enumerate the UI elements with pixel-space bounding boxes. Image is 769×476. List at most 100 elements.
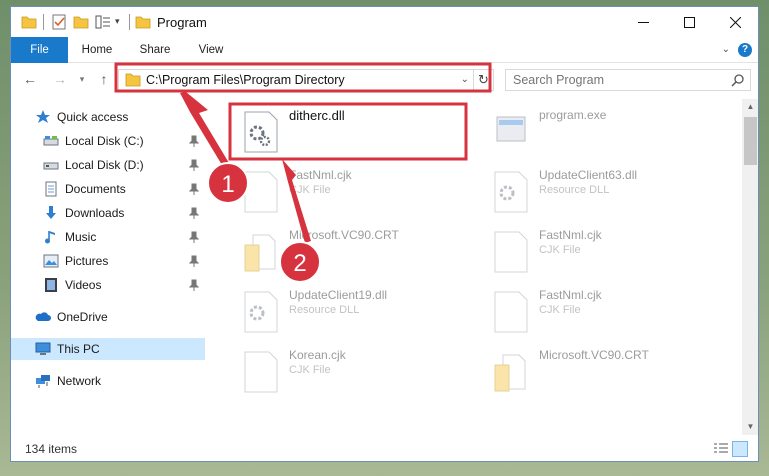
pin-icon[interactable] xyxy=(189,159,199,171)
scroll-up-arrow-icon[interactable]: ▲ xyxy=(742,99,758,115)
help-icon[interactable]: ? xyxy=(738,43,752,57)
sidebar-item-onedrive[interactable]: OneDrive xyxy=(11,306,205,328)
recent-locations-icon[interactable]: ▾ xyxy=(73,70,91,88)
address-path[interactable]: C:\Program Files\Program Directory xyxy=(146,73,345,87)
file-name: UpdateClient19.dll xyxy=(289,288,388,302)
sidebar-item-quick-access[interactable]: Quick access xyxy=(11,106,205,128)
sidebar-item-label: Music xyxy=(65,230,97,244)
pin-icon[interactable] xyxy=(189,183,199,195)
pictures-icon xyxy=(43,254,59,268)
minimize-button[interactable] xyxy=(620,7,666,37)
sidebar-item-label: Quick access xyxy=(57,110,129,124)
file-icon xyxy=(494,291,528,333)
file-type: CJK File xyxy=(289,364,331,376)
chevron-down-icon[interactable]: ⌄ xyxy=(461,74,469,85)
chevron-down-icon[interactable]: ⌄ xyxy=(722,44,730,55)
file-item-fastnml-cjk[interactable]: FastNml.cjk CJK File xyxy=(231,163,471,215)
folder-icon xyxy=(244,234,276,272)
dll-gear-icon xyxy=(244,291,278,333)
pin-icon[interactable] xyxy=(189,207,199,219)
search-input[interactable] xyxy=(506,70,726,90)
sidebar-item-label: Local Disk (C:) xyxy=(65,134,144,148)
scroll-down-arrow-icon[interactable]: ▼ xyxy=(742,419,758,435)
new-folder-icon[interactable] xyxy=(73,14,89,30)
sidebar-item-label: Local Disk (D:) xyxy=(65,158,144,172)
file-name: FastNml.cjk xyxy=(539,228,602,242)
sidebar-item-network[interactable]: Network xyxy=(11,370,205,392)
file-item-ditherc-dll[interactable]: ditherc.dll xyxy=(231,103,471,155)
file-item-korean-cjk[interactable]: Korean.cjk CJK File xyxy=(231,343,471,395)
file-list: ditherc.dll program.exe FastNml.cjk CJK … xyxy=(219,99,741,435)
explorer-window: ▾ Program File Home Share View ⌄ ? ← → ▾… xyxy=(10,6,759,462)
tab-share[interactable]: Share xyxy=(133,37,177,63)
window-title: Program xyxy=(157,15,207,30)
ribbon-tabs: File Home Share View ⌄ ? xyxy=(11,37,758,63)
folder-icon xyxy=(125,73,141,87)
sidebar-item-music[interactable]: Music xyxy=(11,226,205,248)
sidebar-item-this-pc[interactable]: This PC xyxy=(11,338,205,360)
sidebar-item-videos[interactable]: Videos xyxy=(11,274,205,296)
tab-home[interactable]: Home xyxy=(75,37,119,63)
refresh-icon[interactable]: ↻ xyxy=(473,70,493,90)
sidebar-item-pictures[interactable]: Pictures xyxy=(11,250,205,272)
file-name: Microsoft.VC90.CRT xyxy=(539,348,649,362)
sidebar-item-local-disk-d[interactable]: Local Disk (D:) xyxy=(11,154,205,176)
up-arrow-icon[interactable]: ↑ xyxy=(95,70,113,88)
pin-icon[interactable] xyxy=(189,231,199,243)
maximize-button[interactable] xyxy=(666,7,712,37)
videos-icon xyxy=(45,278,57,292)
navigation-bar: ← → ▾ ↑ C:\Program Files\Program Directo… xyxy=(11,63,758,95)
pin-icon[interactable] xyxy=(189,279,199,291)
back-arrow-icon[interactable]: ← xyxy=(21,70,39,88)
file-type: CJK File xyxy=(289,184,331,196)
file-name: FastNml.cjk xyxy=(539,288,602,302)
pin-icon[interactable] xyxy=(189,255,199,267)
network-icon xyxy=(36,375,50,388)
properties-icon[interactable] xyxy=(51,14,67,30)
file-name: FastNml.cjk xyxy=(289,168,352,182)
sidebar-item-local-disk-c[interactable]: Local Disk (C:) xyxy=(11,130,205,152)
file-type: Resource DLL xyxy=(289,304,360,316)
dll-gear-icon xyxy=(244,111,278,153)
file-item-updateclient63-dll[interactable]: UpdateClient63.dll Resource DLL xyxy=(481,163,721,215)
pin-icon[interactable] xyxy=(189,135,199,147)
file-item-fastnml-cjk[interactable]: FastNml.cjk CJK File xyxy=(481,283,721,335)
folder-icon xyxy=(494,354,526,392)
tab-file[interactable]: File xyxy=(11,37,68,63)
tab-view[interactable]: View xyxy=(189,37,233,63)
dll-gear-icon xyxy=(494,171,528,213)
divider xyxy=(129,14,130,30)
close-button[interactable] xyxy=(712,7,758,37)
file-item-microsoft-vc90-crt[interactable]: Microsoft.VC90.CRT xyxy=(481,343,721,395)
details-view-icon[interactable] xyxy=(714,443,728,455)
folder-icon[interactable] xyxy=(21,14,37,30)
drive-icon xyxy=(43,136,59,146)
address-bar[interactable]: C:\Program Files\Program Directory ⌄ ↻ xyxy=(118,69,494,91)
minimize-icon xyxy=(637,21,649,23)
file-icon xyxy=(244,171,278,213)
file-item-microsoft-vc90-crt[interactable]: Microsoft.VC90.CRT xyxy=(231,223,471,275)
sidebar-item-label: Pictures xyxy=(65,254,109,268)
sidebar-item-downloads[interactable]: Downloads xyxy=(11,202,205,224)
search-icon[interactable] xyxy=(731,73,745,87)
file-type: CJK File xyxy=(539,304,581,316)
file-item-updateclient19-dll[interactable]: UpdateClient19.dll Resource DLL xyxy=(231,283,471,335)
sidebar-item-documents[interactable]: Documents xyxy=(11,178,205,200)
file-name: UpdateClient63.dll xyxy=(539,168,638,182)
close-icon xyxy=(729,16,741,28)
navigation-pane: Quick access Local Disk (C:) Local Disk … xyxy=(11,99,207,435)
view-options-icon[interactable] xyxy=(95,14,111,30)
vertical-scrollbar[interactable]: ▲ ▼ xyxy=(742,99,758,435)
search-box[interactable] xyxy=(505,69,751,91)
file-item-fastnml-cjk[interactable]: FastNml.cjk CJK File xyxy=(481,223,721,275)
file-item-program-exe[interactable]: program.exe xyxy=(481,103,721,155)
large-icons-view-icon[interactable] xyxy=(732,441,748,457)
file-type: CJK File xyxy=(539,244,581,256)
scroll-thumb[interactable] xyxy=(744,117,757,165)
star-icon xyxy=(36,110,50,123)
download-icon xyxy=(46,206,56,219)
forward-arrow-icon[interactable]: → xyxy=(51,70,69,88)
file-icon xyxy=(494,231,528,273)
exe-icon xyxy=(496,116,526,142)
documents-icon xyxy=(45,181,57,197)
